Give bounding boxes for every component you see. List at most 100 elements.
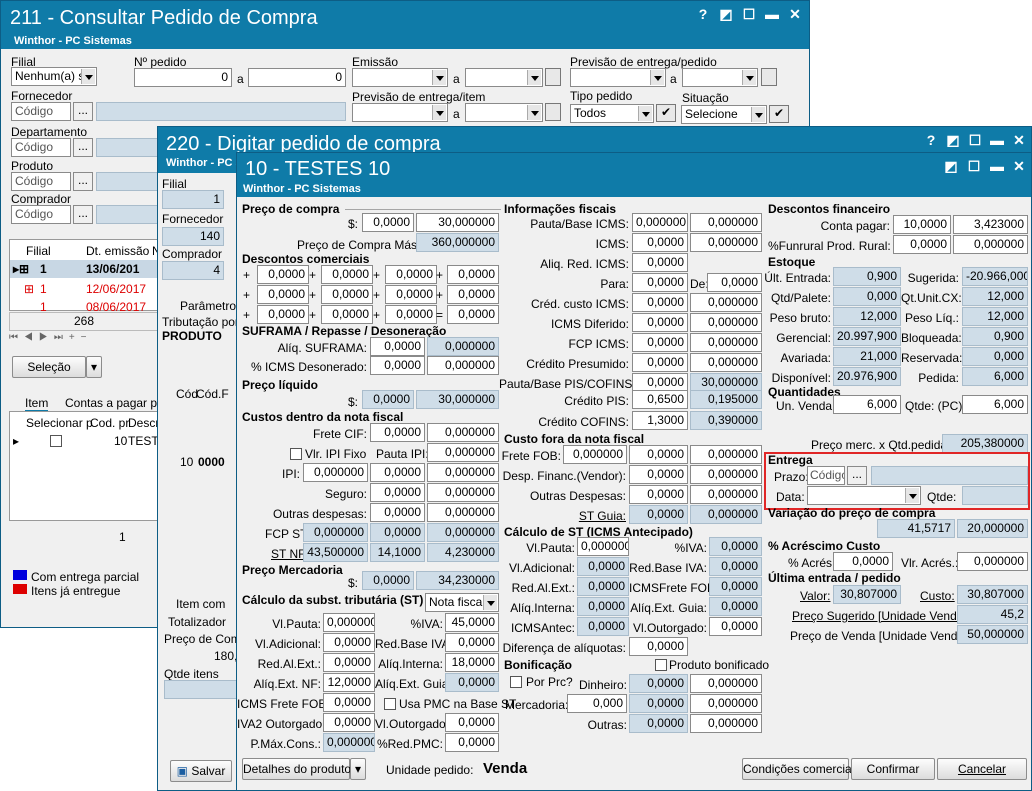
- acres-input[interactable]: 0,0000: [833, 552, 893, 571]
- vlr-ipi-fixo-checkbox[interactable]: [290, 448, 302, 460]
- table-row[interactable]: ▸⊞ 1 13/06/201: [10, 260, 160, 278]
- iva-input[interactable]: 45,0000: [445, 613, 499, 632]
- fornecedor-search-button[interactable]: ...: [73, 102, 93, 121]
- npedido-from-input[interactable]: 0: [134, 68, 232, 87]
- desconto-input[interactable]: 0,0000: [385, 285, 437, 304]
- cancelar-button[interactable]: Cancelar: [937, 758, 1027, 780]
- outras_desp-v2[interactable]: 0,000000: [690, 485, 762, 504]
- maximize-icon[interactable]: ☐: [966, 132, 984, 148]
- outras-despesas-value[interactable]: 0,000000: [427, 503, 499, 522]
- departamento-search-button[interactable]: ...: [73, 138, 93, 157]
- desconto-input[interactable]: 0,0000: [385, 265, 437, 284]
- vladic-input[interactable]: 0,0000: [323, 633, 375, 652]
- st-guia-link[interactable]: ST Guia:: [499, 509, 626, 523]
- item-grid[interactable]: Selecionar p Cod. pr Descr ▸ 10 TESTE: [9, 411, 167, 521]
- calendar-icon[interactable]: [545, 103, 561, 121]
- desconto-input[interactable]: 0,0000: [447, 285, 499, 304]
- icmsfrete-input[interactable]: 0,0000: [323, 693, 375, 712]
- icms_dif-v1[interactable]: 0,0000: [632, 313, 688, 332]
- selecao-dropdown[interactable]: ▾: [86, 356, 102, 378]
- table-row[interactable]: 1 08/06/2017: [10, 300, 160, 312]
- cred_custo-v1[interactable]: 0,0000: [632, 293, 688, 312]
- close-icon[interactable]: ✕: [786, 6, 804, 22]
- situacao-select[interactable]: Selecione: [681, 105, 767, 124]
- prev-pedido-to[interactable]: [682, 68, 758, 87]
- expand-icon[interactable]: ▸⊞: [13, 262, 29, 276]
- minimize-icon[interactable]: ▬: [763, 6, 781, 22]
- produto-code-input[interactable]: Código: [11, 172, 71, 191]
- desconto-input[interactable]: 0,0000: [257, 285, 309, 304]
- desconto-input[interactable]: 0,0000: [321, 285, 373, 304]
- detalhes-produto-button[interactable]: Detalhes do produto: [242, 758, 351, 780]
- close-icon[interactable]: ✕: [1010, 132, 1028, 148]
- produto-search-button[interactable]: ...: [73, 172, 93, 191]
- pauta_icms-v1[interactable]: 0,000000: [632, 213, 688, 232]
- por-prc-checkbox[interactable]: [510, 676, 522, 688]
- outras-v2[interactable]: 0,000000: [690, 714, 762, 733]
- check-icon[interactable]: ✔: [769, 105, 789, 123]
- aliqextnf-input[interactable]: 12,0000: [323, 673, 375, 692]
- seguro-input[interactable]: 0,0000: [370, 483, 425, 502]
- un-venda-input[interactable]: 6,000: [833, 395, 901, 414]
- selecionar-checkbox[interactable]: [50, 435, 62, 447]
- icms_dif-v2[interactable]: 0,000000: [690, 313, 762, 332]
- vlpauta-input[interactable]: 0,000000: [323, 613, 375, 632]
- comprador-code-input[interactable]: Código: [11, 205, 71, 224]
- cred_pres-v2[interactable]: 0,000000: [690, 353, 762, 372]
- frete-fob-v2[interactable]: 0,0000: [629, 445, 688, 464]
- aliqint-input[interactable]: 18,0000: [445, 653, 499, 672]
- desp_fin-v1[interactable]: 0,0000: [629, 465, 688, 484]
- desconto-input[interactable]: 0,0000: [321, 305, 373, 324]
- ipi-input-2[interactable]: 0,0000: [370, 463, 425, 482]
- conta-pagar-v2[interactable]: 3,423000: [953, 215, 1028, 234]
- pedidos-grid[interactable]: Filial Dt. emissão N ▸⊞ 1 13/06/201 ⊞ 1 …: [9, 239, 161, 312]
- mercadoria-v1[interactable]: 0,000: [567, 694, 627, 713]
- conta-pagar-v1[interactable]: 10,0000: [893, 215, 951, 234]
- maximize-icon[interactable]: ☐: [740, 6, 758, 22]
- redalext-input[interactable]: 0,0000: [323, 653, 375, 672]
- tab-parametros[interactable]: Parâmetros: [180, 299, 242, 313]
- emissao-from[interactable]: [352, 68, 448, 87]
- condicoes-comerciais-button[interactable]: Condições comerciais: [742, 758, 860, 780]
- outras-despesas-input[interactable]: 0,0000: [370, 503, 425, 522]
- aliq-suframa-input[interactable]: 0,0000: [370, 337, 425, 356]
- detalhes-dropdown[interactable]: ▾: [350, 758, 366, 780]
- vlr-acres-input[interactable]: 0,000000: [957, 552, 1028, 571]
- prev-item-from[interactable]: [352, 103, 448, 122]
- calendar-icon[interactable]: [761, 68, 777, 86]
- restore-icon[interactable]: ◩: [717, 6, 735, 22]
- dinheiro-v2[interactable]: 0,000000: [690, 674, 762, 693]
- icms-desonerado-value[interactable]: 0,000000: [427, 356, 499, 375]
- cred_pis-v1[interactable]: 0,6500: [632, 390, 688, 409]
- help-icon[interactable]: ?: [694, 6, 712, 22]
- preco-compra-input[interactable]: 0,0000: [362, 213, 414, 232]
- produto-bonificado-checkbox[interactable]: [655, 659, 667, 671]
- cred_custo-v2[interactable]: 0,000000: [690, 293, 762, 312]
- outras_desp-v1[interactable]: 0,0000: [629, 485, 688, 504]
- cred_cof-v1[interactable]: 1,3000: [632, 411, 688, 430]
- pauta_icms-v2[interactable]: 0,000000: [690, 213, 762, 232]
- funrural-v1[interactable]: 0,0000: [893, 235, 951, 254]
- prazo-search-button[interactable]: ...: [847, 466, 867, 485]
- icms-v1[interactable]: 0,0000: [632, 233, 688, 252]
- desconto-input[interactable]: 0,0000: [385, 305, 437, 324]
- vloutorg-input[interactable]: 0,0000: [709, 617, 762, 636]
- frete-cif-input[interactable]: 0,0000: [370, 423, 425, 442]
- preco-compra-value[interactable]: 30,000000: [416, 213, 499, 232]
- salvar-button[interactable]: ▣ Salvar: [170, 760, 232, 782]
- ipi-input-1[interactable]: 0,000000: [303, 463, 368, 482]
- icms-desonerado-input[interactable]: 0,0000: [370, 356, 425, 375]
- nota-fiscal-select[interactable]: Nota fiscal: [425, 593, 499, 612]
- pauta-ipi-input[interactable]: 0,000000: [427, 443, 499, 462]
- icms-v2[interactable]: 0,000000: [690, 233, 762, 252]
- calendar-icon[interactable]: [545, 68, 561, 86]
- usa-pmc-checkbox[interactable]: [384, 698, 396, 710]
- tipo-pedido-select[interactable]: Todos: [570, 104, 654, 123]
- close-icon[interactable]: ✕: [1010, 158, 1028, 174]
- minimize-icon[interactable]: ▬: [988, 158, 1006, 174]
- npedido-to-input[interactable]: 0: [248, 68, 346, 87]
- filial-select[interactable]: Nenhum(a) se: [11, 67, 97, 86]
- data-select[interactable]: [807, 486, 921, 505]
- mercadoria-v3[interactable]: 0,000000: [690, 694, 762, 713]
- maximize-icon[interactable]: ☐: [965, 158, 983, 174]
